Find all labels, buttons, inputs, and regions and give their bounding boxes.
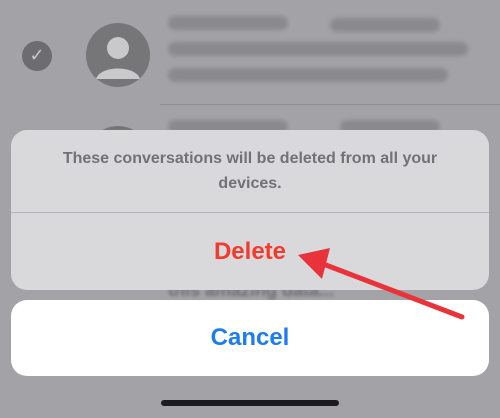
action-sheet-message: These conversations will be deleted from… <box>62 150 438 192</box>
conversation-row[interactable]: ✓ <box>0 0 500 110</box>
delete-button[interactable]: Delete <box>11 213 489 290</box>
message-preview-redacted <box>168 42 468 56</box>
row-divider <box>160 104 500 105</box>
contact-name-redacted <box>168 16 288 30</box>
timestamp-redacted <box>330 18 440 32</box>
person-avatar-icon <box>86 23 150 87</box>
checkmark-circle-icon[interactable]: ✓ <box>22 41 52 71</box>
message-preview-redacted <box>168 68 448 82</box>
action-sheet: These conversations will be deleted from… <box>11 130 489 290</box>
cancel-button[interactable]: Cancel <box>11 300 489 376</box>
home-indicator <box>161 400 339 406</box>
